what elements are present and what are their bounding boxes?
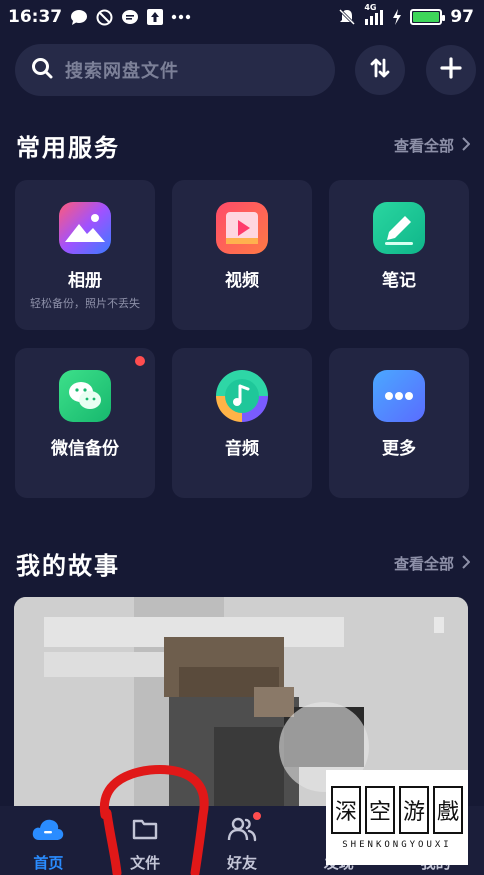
service-wechat-backup[interactable]: 微信备份 xyxy=(15,348,155,498)
home-cloud-icon xyxy=(31,816,65,846)
stories-title: 我的故事 xyxy=(16,552,120,580)
annotation-circle xyxy=(99,765,209,875)
watermark-char: 空 xyxy=(365,785,395,834)
charging-icon xyxy=(392,9,402,25)
service-subtitle: 轻松备份，照片不丢失 xyxy=(30,297,140,310)
search-row: 搜索网盘文件 xyxy=(15,44,476,96)
add-button[interactable] xyxy=(426,45,476,95)
search-icon xyxy=(31,57,53,83)
service-more[interactable]: 更多 xyxy=(329,348,469,498)
notification-dot xyxy=(252,812,261,820)
watermark-logo: 深 空 游 戲 SHENKONGYOUXI xyxy=(326,770,468,865)
service-label: 音频 xyxy=(225,439,259,459)
more-icon xyxy=(373,370,425,422)
service-video[interactable]: 视频 xyxy=(172,180,312,330)
signal-icon: 4G xyxy=(364,3,384,25)
message-icon xyxy=(70,9,88,26)
stories-header: 我的故事 查看全部 xyxy=(16,546,471,581)
album-icon xyxy=(59,202,111,254)
plus-icon xyxy=(440,57,462,83)
nav-label: 好友 xyxy=(226,854,257,872)
note-icon xyxy=(373,202,425,254)
dnd-icon xyxy=(96,9,113,26)
status-time: 16:37 xyxy=(8,7,63,27)
services-see-all[interactable]: 查看全部 xyxy=(393,135,471,156)
audio-icon xyxy=(216,370,268,422)
notification-dot xyxy=(135,356,145,366)
chevron-right-icon xyxy=(462,554,471,573)
chevron-right-icon xyxy=(462,136,471,155)
more-dots-icon xyxy=(171,14,191,20)
watermark-chars: 深 空 游 戲 xyxy=(331,785,463,834)
watermark-char: 戲 xyxy=(433,785,463,834)
stories-see-all[interactable]: 查看全部 xyxy=(393,553,471,574)
stories-see-all-label: 查看全部 xyxy=(393,555,454,573)
service-notes[interactable]: 笔记 xyxy=(329,180,469,330)
watermark-char: 深 xyxy=(331,785,361,834)
service-label: 更多 xyxy=(382,439,416,459)
watermark-subtitle: SHENKONGYOUXI xyxy=(342,839,452,850)
wechat-backup-icon xyxy=(59,370,111,422)
service-label: 笔记 xyxy=(382,271,416,291)
services-header: 常用服务 查看全部 xyxy=(16,128,471,163)
battery-icon xyxy=(410,9,446,25)
sort-button[interactable] xyxy=(355,45,405,95)
chat-icon xyxy=(121,9,139,26)
service-album[interactable]: 相册 轻松备份，照片不丢失 xyxy=(15,180,155,330)
services-title: 常用服务 xyxy=(16,134,120,162)
search-input[interactable]: 搜索网盘文件 xyxy=(15,44,335,96)
network-type: 4G xyxy=(364,3,377,12)
search-placeholder: 搜索网盘文件 xyxy=(65,61,179,82)
upload-icon xyxy=(147,9,164,25)
watermark-char: 游 xyxy=(399,785,429,834)
service-label: 相册 xyxy=(68,271,102,291)
battery-fill xyxy=(413,12,439,22)
service-label: 视频 xyxy=(225,271,259,291)
status-bar: 16:37 4G 97 xyxy=(0,0,484,34)
services-see-all-label: 查看全部 xyxy=(393,137,454,155)
video-icon xyxy=(216,202,268,254)
nav-label: 首页 xyxy=(33,854,64,872)
service-label: 微信备份 xyxy=(51,439,119,459)
sort-icon xyxy=(369,57,391,83)
mute-icon xyxy=(338,8,356,26)
battery-percent: 97 xyxy=(450,7,474,27)
nav-home[interactable]: 首页 xyxy=(3,816,93,873)
friends-icon xyxy=(227,816,257,846)
service-audio[interactable]: 音频 xyxy=(172,348,312,498)
